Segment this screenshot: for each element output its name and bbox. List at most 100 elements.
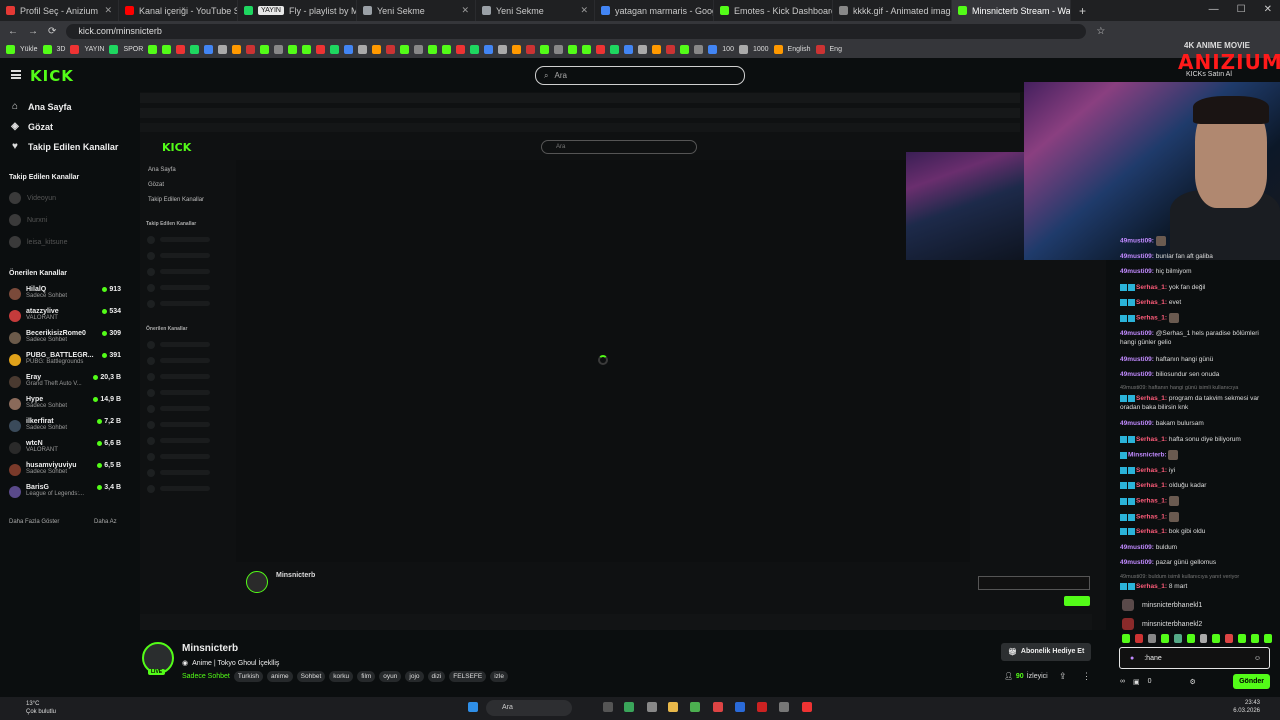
bookmark-icon[interactable] [204, 45, 214, 54]
chat-username[interactable]: 49musti09: [1120, 238, 1154, 245]
taskbar-search[interactable]: Ara [486, 700, 572, 716]
bookmark-icon[interactable] [260, 45, 270, 54]
stream-tag[interactable]: jojo [405, 671, 424, 682]
settings-icon[interactable]: ⚙ [1190, 678, 1196, 686]
browser-tab[interactable]: Profil Seç - Anizium ✕ [0, 0, 119, 21]
emote-suggestion[interactable]: minsnicterbhanekl1 [1122, 599, 1272, 611]
buy-kicks-button[interactable]: KICKs Satın Al [1186, 71, 1232, 78]
start-icon[interactable] [468, 702, 478, 712]
followed-channel[interactable]: Nurxni [9, 214, 47, 226]
forward-icon[interactable]: → [28, 26, 38, 37]
stream-tag[interactable]: izle [490, 671, 508, 682]
browser-tab[interactable]: Kanal içeriği - YouTube Studio✕ [119, 0, 238, 21]
browser-tab[interactable]: Yeni Sekme ✕ [357, 0, 476, 21]
emote-suggestion[interactable]: minsnicterbhanekl2 [1122, 618, 1272, 630]
close-icon[interactable]: ✕ [1264, 4, 1272, 15]
app-icon[interactable] [735, 702, 745, 712]
stream-tag[interactable]: Turkish [233, 671, 263, 682]
bookmark-icon[interactable] [442, 45, 452, 54]
bookmark-icon[interactable] [526, 45, 536, 54]
emote-icon[interactable] [1186, 634, 1195, 643]
record-icon[interactable] [802, 702, 812, 712]
chat-username[interactable]: 49musti09: [1120, 371, 1154, 378]
send-button[interactable]: Gönder [1233, 674, 1270, 689]
followed-channel[interactable]: Videoyun [9, 192, 56, 204]
browser-tab[interactable]: Yeni Sekme ✕ [476, 0, 595, 21]
emote-icon[interactable] [1134, 634, 1143, 643]
explorer-icon[interactable] [668, 702, 678, 712]
maximize-icon[interactable]: ☐ [1237, 4, 1246, 15]
bookmark-icon[interactable] [456, 45, 466, 54]
emote-icon[interactable] [1212, 634, 1221, 643]
recommended-channel[interactable]: atazzylive VALORANT 534 [9, 308, 121, 330]
chat-username[interactable]: Serhas_1: [1136, 514, 1167, 521]
chat-username[interactable]: Serhas_1: [1136, 436, 1167, 443]
more-options-icon[interactable]: ⋮ [1082, 671, 1091, 682]
bookmark-icon[interactable] [218, 45, 228, 54]
stream-tag[interactable]: korku [329, 671, 354, 682]
recommended-channel[interactable]: BarisG League of Legends:... 3,4 B [9, 484, 121, 506]
bookmark-icon[interactable] [42, 45, 52, 54]
bookmark-icon[interactable] [386, 45, 396, 54]
reload-icon[interactable]: ⟳ [48, 26, 56, 37]
streamer-name[interactable]: Minsnicterb [182, 643, 238, 654]
chat-username[interactable]: 49musti09: [1120, 330, 1154, 337]
search-input[interactable]: ⌕ Ara [535, 66, 745, 85]
bookmark-icon[interactable] [498, 45, 508, 54]
chat-username[interactable]: 49musti09: [1120, 420, 1154, 427]
bookmark-icon[interactable] [680, 45, 690, 54]
chat-username[interactable]: 49musti09: [1120, 356, 1154, 363]
bookmark-icon[interactable] [372, 45, 382, 54]
bookmark-icon[interactable] [596, 45, 606, 54]
bookmark-icon[interactable] [302, 45, 312, 54]
chat-username[interactable]: Minsnicterb: [1128, 452, 1167, 459]
category-link[interactable]: Sadece Sohbet [182, 673, 230, 680]
emote-icon[interactable] [1122, 634, 1130, 643]
menu-icon[interactable] [11, 70, 21, 79]
emote-picker-icon[interactable]: ● [1130, 655, 1134, 662]
bookmark-icon[interactable] [428, 45, 438, 54]
recommended-channel[interactable]: Eray Grand Theft Auto V... 20,3 B [9, 374, 121, 396]
bookmark-icon[interactable] [512, 45, 522, 54]
bookmark-icon[interactable] [610, 45, 620, 54]
chat-username[interactable]: Serhas_1: [1136, 315, 1167, 322]
kick-logo[interactable]: KICK [30, 67, 74, 85]
app-icon[interactable] [779, 702, 789, 712]
bookmark-icon[interactable] [70, 45, 80, 54]
chrome-icon[interactable] [690, 702, 700, 712]
chat-username[interactable]: 49musti09: [1120, 544, 1154, 551]
bookmark-icon[interactable] [414, 45, 424, 54]
app-icon[interactable] [624, 702, 634, 712]
tab-close-icon[interactable]: ✕ [461, 5, 469, 16]
taskview-icon[interactable] [603, 702, 613, 712]
bookmark-icon[interactable] [738, 45, 748, 54]
browser-tab[interactable]: Emotes - Kick Dashboard✕ [714, 0, 833, 21]
back-icon[interactable]: ← [8, 26, 18, 37]
bookmark-icon[interactable] [246, 45, 256, 54]
stream-tag[interactable]: dizi [427, 671, 446, 682]
bookmark-icon[interactable] [484, 45, 494, 54]
bookmark-icon[interactable] [190, 45, 200, 54]
bookmark-icon[interactable] [358, 45, 368, 54]
star-icon[interactable]: ☆ [1096, 26, 1105, 37]
bookmark-icon[interactable] [344, 45, 354, 54]
recommended-channel[interactable]: HilalQ Sadece Sohbet 913 [9, 286, 121, 308]
chat-username[interactable]: Serhas_1: [1136, 482, 1167, 489]
bookmark-icon[interactable] [666, 45, 676, 54]
chat-username[interactable]: Serhas_1: [1136, 583, 1167, 590]
bookmark-icon[interactable] [148, 45, 158, 54]
bookmark-icon[interactable] [554, 45, 564, 54]
emote-icon[interactable] [1199, 634, 1208, 643]
recommended-channel[interactable]: PUBG_BATTLEGR... PUBG: Battlegrounds 391 [9, 352, 121, 374]
chat-username[interactable]: Serhas_1: [1136, 284, 1167, 291]
recommended-channel[interactable]: BecerikisizRome0 Sadece Sohbet 309 [9, 330, 121, 352]
bookmark-icon[interactable] [109, 45, 119, 54]
emote-icon[interactable] [1264, 634, 1273, 643]
stream-tag[interactable]: anime [266, 671, 293, 682]
bookmark-icon[interactable] [568, 45, 578, 54]
tab-close-icon[interactable]: ✕ [104, 5, 112, 16]
stream-tag[interactable]: FELSEFE [449, 671, 487, 682]
bookmark-icon[interactable] [470, 45, 480, 54]
stream-tag[interactable]: Sohbet [296, 671, 326, 682]
bookmark-icon[interactable] [162, 45, 172, 54]
